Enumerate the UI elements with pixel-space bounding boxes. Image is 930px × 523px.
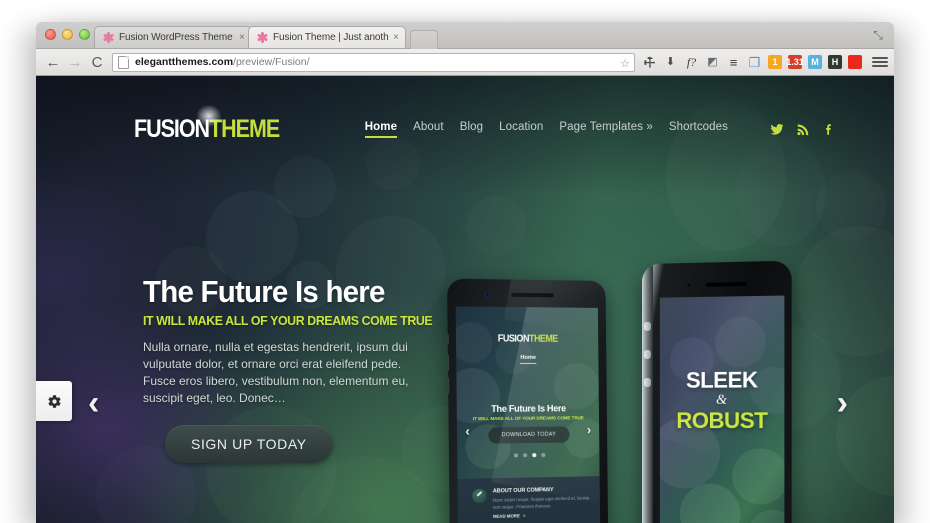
pocket-icon[interactable]: ⬇ — [663, 55, 678, 70]
tab-title: Fusion WordPress Theme — [119, 32, 235, 43]
phone-camera — [485, 291, 491, 297]
phone-back-headline: SLEEK & ROBUST — [660, 369, 785, 432]
phone-download-button[interactable]: DOWNLOAD TODAY — [488, 426, 569, 443]
hamburger-menu-icon[interactable] — [872, 57, 888, 67]
page-icon — [118, 56, 129, 69]
maximize-icon[interactable]: ⤡ — [870, 27, 886, 43]
asterisk-icon — [103, 32, 114, 43]
close-icon[interactable]: × — [393, 33, 399, 43]
read-more-label: READ MORE — [493, 513, 520, 519]
browser-tab-active[interactable]: Fusion Theme | Just anoth × — [248, 26, 406, 48]
forward-button[interactable]: → — [64, 51, 86, 73]
minimize-window-button[interactable] — [62, 29, 73, 40]
phone-back-line1: SLEEK — [660, 369, 785, 392]
asterisk-icon — [257, 32, 268, 43]
slider-dot[interactable] — [523, 453, 527, 457]
evernote-icon[interactable]: ◩ — [705, 55, 720, 70]
mailbox-icon[interactable]: M — [808, 55, 822, 69]
screenshot-icon[interactable]: ❐ — [747, 55, 762, 70]
phone-logo-secondary: THEME — [529, 334, 558, 345]
phone-speaker — [706, 282, 747, 287]
close-window-button[interactable] — [45, 29, 56, 40]
new-tab-button[interactable] — [410, 30, 438, 49]
phone-mockups: SLEEK & ROBUST FUSIONTHEME Home The Futu… — [36, 76, 894, 523]
buffer-icon[interactable]: ≡ — [726, 55, 741, 70]
phone-nav-home[interactable]: Home — [456, 355, 598, 361]
wrench-icon — [472, 489, 487, 504]
page-viewport: FUSIONTHEME Home About Blog Location Pag… — [36, 76, 894, 523]
phone-blurb-heading: ABOUT OUR COMPANY — [493, 486, 592, 494]
phone-blurb-body: Nunc turpis neque, feugiat eget eleifend… — [493, 495, 592, 511]
phone-slide-subtitle: IT WILL MAKE ALL OF YOUR DREAMS COME TRU… — [457, 415, 599, 421]
calendar-icon[interactable]: 1.31 — [788, 55, 802, 69]
lastpass-icon[interactable]: ⚒ — [639, 51, 660, 72]
record-icon[interactable] — [848, 55, 862, 69]
window-controls — [45, 29, 90, 40]
phone-slider-dots — [457, 452, 599, 458]
bookmark-star-icon[interactable]: ☆ — [620, 57, 630, 70]
phone-speaker — [511, 293, 554, 298]
slider-dot[interactable] — [541, 453, 545, 457]
zoom-window-button[interactable] — [79, 29, 90, 40]
phone-front-logo: FUSIONTHEME — [465, 333, 590, 345]
phone-slide-title: The Future Is Here — [457, 403, 599, 414]
reload-button[interactable]: C — [86, 51, 108, 73]
phone-slider-prev-arrow[interactable]: ‹ — [465, 424, 470, 437]
tab-title: Fusion Theme | Just anoth — [273, 32, 389, 43]
badge-orange-icon[interactable]: 1 — [768, 55, 782, 69]
phone-screen-front: FUSIONTHEME Home The Future Is Here IT W… — [456, 306, 601, 523]
phone-back-line2: ROBUST — [660, 410, 785, 432]
browser-window: Fusion WordPress Theme × Fusion Theme | … — [36, 22, 894, 523]
screenshot-stage: Fusion WordPress Theme × Fusion Theme | … — [0, 0, 930, 523]
close-icon[interactable]: × — [239, 33, 245, 43]
back-button[interactable]: ← — [42, 51, 64, 73]
extension-toolbar: ⚒ ⬇ f? ◩ ≡ ❐ 1 1.31 M H — [640, 55, 888, 70]
phone-screen-back: SLEEK & ROBUST — [660, 295, 785, 523]
phone-blurb-item: ABOUT OUR COMPANY Nunc turpis neque, feu… — [472, 486, 592, 519]
phone-camera — [686, 282, 692, 288]
browser-tab[interactable]: Fusion WordPress Theme × — [94, 26, 252, 48]
hootsuite-icon[interactable]: H — [828, 55, 842, 69]
browser-toolbar: ← → C elegantthemes.com /preview/Fusion/… — [36, 49, 894, 76]
read-more-arrow-icon: » — [523, 513, 525, 518]
phone-mockup-front: FUSIONTHEME Home The Future Is Here IT W… — [447, 279, 608, 523]
phone-read-more-link[interactable]: READ MORE» — [493, 511, 592, 519]
phone-slider-next-arrow[interactable]: › — [587, 423, 591, 436]
phone-content-section: ABOUT OUR COMPANY Nunc turpis neque, feu… — [458, 476, 601, 523]
slider-dot-active[interactable] — [532, 453, 536, 457]
url-path: /preview/Fusion/ — [233, 56, 309, 68]
phone-logo-primary: FUSION — [498, 333, 529, 344]
phone-side-edge — [642, 264, 653, 523]
slider-dot[interactable] — [513, 453, 517, 457]
url-domain: elegantthemes.com — [135, 56, 233, 68]
address-bar[interactable]: elegantthemes.com /preview/Fusion/ ☆ — [112, 53, 635, 72]
phone-nav-home-label: Home — [520, 355, 536, 364]
phone-mockup-back: SLEEK & ROBUST — [642, 261, 792, 523]
fontface-icon[interactable]: f? — [684, 55, 699, 70]
browser-tab-strip: Fusion WordPress Theme × Fusion Theme | … — [36, 22, 894, 49]
